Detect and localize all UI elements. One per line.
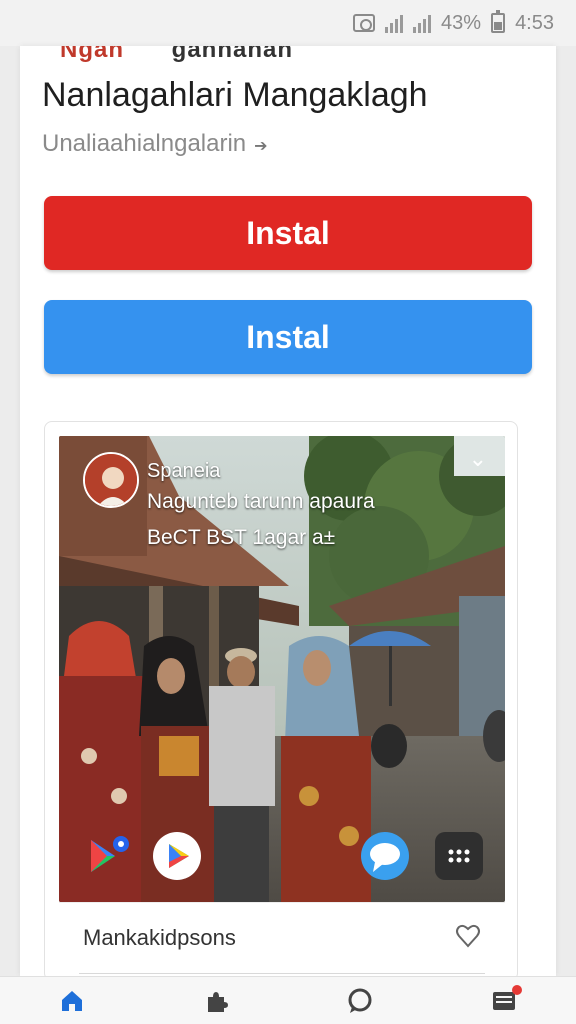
- chat-icon: [348, 988, 372, 1013]
- play-icon[interactable]: [153, 832, 201, 880]
- puzzle-icon: [208, 991, 228, 1012]
- cut-header: Ngan gannahan: [60, 46, 293, 64]
- media-caption-line2: BeCT BST 1agar a±: [147, 526, 336, 549]
- sim-icon: [353, 14, 376, 32]
- media-image[interactable]: Spaneia Nagunteb tarunn apaura BeCT BST …: [59, 436, 505, 902]
- notification-badge: [512, 984, 522, 995]
- search-input[interactable]: Mankakidpsons: [83, 925, 236, 951]
- store-icon-svg: [91, 836, 129, 872]
- page-subtitle[interactable]: Unaliaahialngalarin ➔: [42, 130, 268, 158]
- home-icon: [62, 990, 82, 1011]
- message-icon[interactable]: [361, 832, 409, 880]
- nav-home[interactable]: [52, 981, 92, 1021]
- signal-icon: [385, 13, 404, 33]
- keyboard-icon-svg: [448, 849, 470, 863]
- nav-extensions[interactable]: [196, 981, 236, 1021]
- install-button-primary[interactable]: Instal: [44, 196, 532, 270]
- message-icon-svg: [370, 843, 400, 872]
- search-underline: [79, 973, 485, 974]
- play-icon-svg: [169, 844, 189, 868]
- battery-percent: 43%: [441, 11, 482, 34]
- nav-menu[interactable]: [484, 981, 524, 1021]
- subtitle-text: Unaliaahialngalarin: [42, 130, 247, 157]
- search-row[interactable]: Mankakidpsons: [59, 902, 505, 976]
- channel-avatar[interactable]: [83, 452, 139, 508]
- media-caption-line1: Nagunteb tarunn apaura: [147, 490, 375, 513]
- arrow-right-icon: ➔: [254, 138, 268, 155]
- chevron-down-icon[interactable]: ⌄: [469, 446, 487, 472]
- heart-icon[interactable]: [455, 923, 481, 949]
- store-icon[interactable]: [85, 832, 133, 880]
- media-card[interactable]: Spaneia Nagunteb tarunn apaura BeCT BST …: [44, 421, 518, 976]
- keyboard-icon[interactable]: [435, 832, 483, 880]
- install-button-secondary[interactable]: Instal: [44, 300, 532, 374]
- nav-chat[interactable]: [340, 981, 380, 1021]
- battery-icon: [491, 10, 506, 33]
- status-bar: 43% 4:53: [0, 0, 576, 46]
- signal-icon-2: [413, 13, 432, 33]
- app-detail-card: Ngan gannahan Nanlagahlari Mangaklagh Un…: [20, 46, 556, 976]
- cut-header-right: gannahan: [171, 46, 294, 63]
- cut-header-left: Ngan: [60, 46, 124, 63]
- page-title: Nanlagahlari Mangaklagh: [42, 76, 428, 114]
- bottom-nav: [0, 976, 576, 1024]
- channel-name: Spaneia: [147, 460, 221, 482]
- clock: 4:53: [515, 11, 554, 34]
